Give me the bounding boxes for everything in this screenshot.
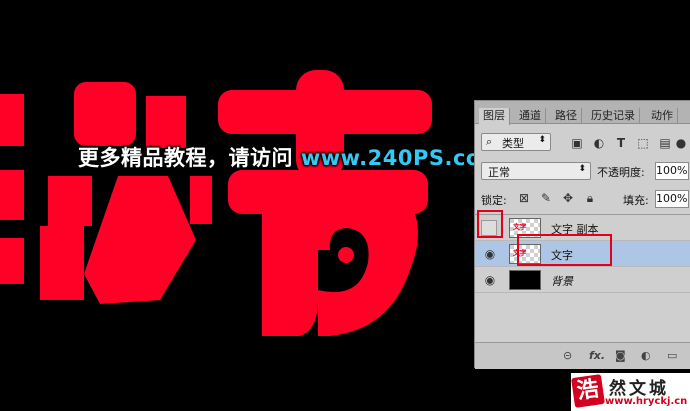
blend-row: 正常 ⬍ 不透明度: 100% xyxy=(475,159,690,183)
tab-layers[interactable]: 图层 xyxy=(479,108,510,125)
updown-arrow-icon: ⬍ xyxy=(578,164,586,174)
adjustment-filter-icon[interactable]: ◐ xyxy=(591,135,607,151)
layer-name[interactable]: 背景 xyxy=(551,273,573,289)
panel-bottom-bar: ⊝ fx. ◙ ◐ ▭ xyxy=(475,342,690,369)
blend-mode-select[interactable]: 正常 ⬍ xyxy=(481,162,591,180)
type-filter-icon[interactable]: T xyxy=(613,135,629,151)
smartobject-filter-icon[interactable]: ▤ xyxy=(657,135,673,151)
filter-row: ⌕ 类型 ⬍ ▣ ◐ T ⬚ ▤ ● xyxy=(475,130,690,156)
new-group-icon[interactable]: ▭ xyxy=(667,349,677,363)
opacity-input[interactable]: 100% xyxy=(655,162,689,180)
watermark-prefix: 更多精品教程，请访问 xyxy=(78,146,301,170)
thumbnail-text: 文字 xyxy=(513,223,527,231)
tab-channels[interactable]: 通道 xyxy=(515,108,546,124)
layer-thumbnail xyxy=(509,270,541,290)
lock-transparent-icon[interactable]: ⊠ xyxy=(517,191,531,205)
lock-position-icon[interactable]: ✥ xyxy=(561,191,575,205)
add-mask-icon[interactable]: ◙ xyxy=(615,349,626,363)
tab-paths[interactable]: 路径 xyxy=(551,108,582,124)
shape-filter-icon[interactable]: ⬚ xyxy=(635,135,651,151)
link-layers-icon[interactable]: ⊝ xyxy=(563,349,572,363)
logo-mark: 浩 xyxy=(571,374,605,408)
site-logo: 浩 然文城 www.hryckj.cn xyxy=(571,373,690,411)
watermark-url: www.240PS.com xyxy=(300,146,504,170)
updown-arrow-icon: ⬍ xyxy=(538,135,546,145)
layer-filter-select[interactable]: ⌕ 类型 ⬍ xyxy=(481,133,551,151)
fx-button[interactable]: fx. xyxy=(589,349,605,363)
lock-all-icon[interactable]: 🔒︎ xyxy=(583,191,597,205)
fill-label: 填充: xyxy=(623,194,649,207)
highlight-visibility-box xyxy=(477,210,503,238)
highlight-layer-box xyxy=(517,234,612,266)
layer-row-background[interactable]: ◉ 背景 xyxy=(475,267,690,293)
eye-icon[interactable]: ◉ xyxy=(479,246,501,262)
watermark-text: 更多精品教程，请访问 www.240PS.com xyxy=(78,142,503,172)
tab-history[interactable]: 历史记录 xyxy=(587,108,640,124)
opacity-label: 不透明度: xyxy=(597,166,645,179)
logo-url: www.hryckj.cn xyxy=(605,396,688,407)
lock-label: 锁定: xyxy=(481,194,507,207)
filter-label: 类型 xyxy=(502,137,524,150)
adjustment-layer-icon[interactable]: ◐ xyxy=(641,349,651,363)
fill-input[interactable]: 100% xyxy=(655,190,689,208)
filter-toggle-icon[interactable]: ● xyxy=(673,135,689,151)
lock-image-icon[interactable]: ✎ xyxy=(539,191,553,205)
search-icon: ⌕ xyxy=(486,135,493,148)
lock-row: 锁定: ⊠ ✎ ✥ 🔒︎ 填充: 100% xyxy=(475,187,690,211)
panel-tabs: 图层 通道 路径 历史记录 动作 xyxy=(475,101,690,125)
blend-mode-label: 正常 xyxy=(488,166,510,179)
eye-icon[interactable]: ◉ xyxy=(479,272,501,288)
image-filter-icon[interactable]: ▣ xyxy=(569,135,585,151)
tab-actions[interactable]: 动作 xyxy=(647,108,678,124)
